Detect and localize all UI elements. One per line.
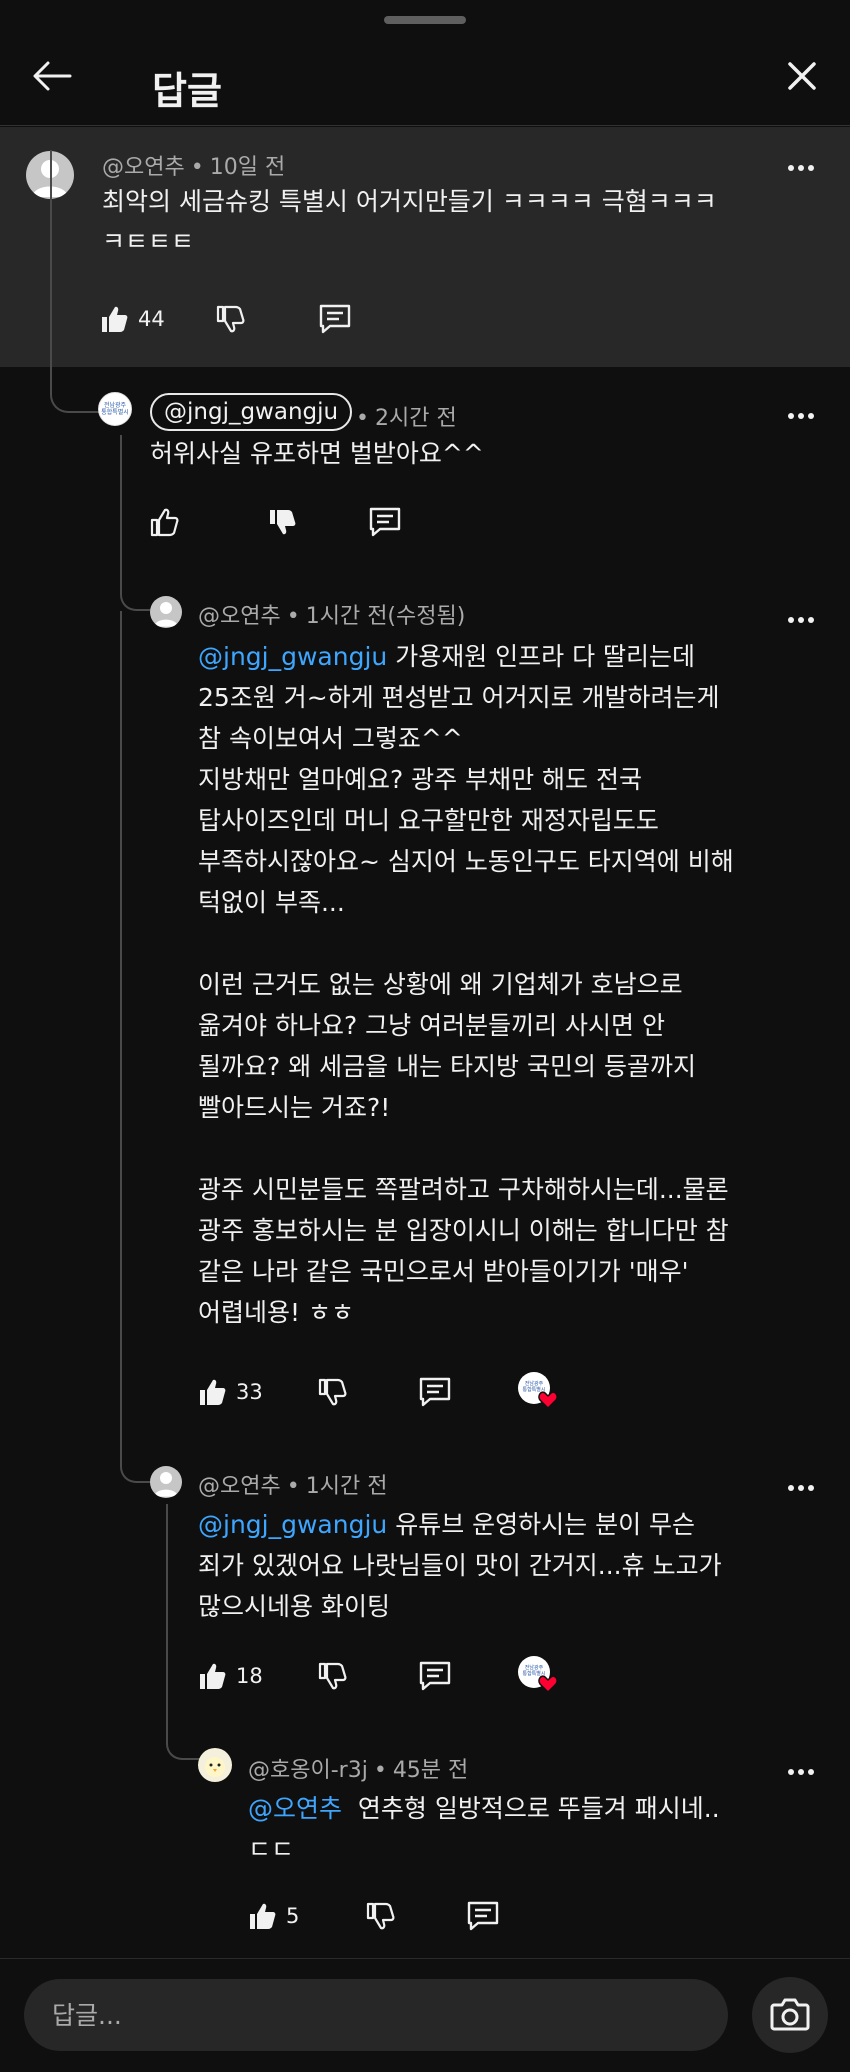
thread-line xyxy=(166,1504,200,1760)
comment-time: 1시간 전 xyxy=(305,1474,388,1499)
creator-heart-badge: 전남광주 통합특별시 xyxy=(518,1372,558,1412)
comment-text: 허위사실 유포하면 벌받아요^^ xyxy=(150,439,484,468)
comment-body: 가용재원 인프라 다 딸리는데 25조원 거~하게 편성받고 어거지로 개발하려… xyxy=(198,642,734,1327)
dislike-button[interactable] xyxy=(364,1898,396,1934)
thumb-down-icon xyxy=(318,1378,347,1406)
reply-button[interactable] xyxy=(466,1898,500,1934)
comment-meta: @오연추 • 10일 전 xyxy=(102,155,286,180)
creator-heart-badge: 전남광주 통합특별시 xyxy=(518,1656,558,1696)
comment-meta: @오연추 • 1시간 전(수정됨) xyxy=(198,604,466,629)
comment-meta: • 2시간 전 xyxy=(356,406,457,431)
heart-icon xyxy=(538,1391,558,1410)
page-title: 답글 xyxy=(152,69,222,113)
more-button[interactable] xyxy=(786,1476,816,1506)
reply-input[interactable] xyxy=(24,1979,728,2051)
thread-line xyxy=(120,435,150,611)
comment-text: @오연추 연추형 일방적으로 뚜들겨 패시네.. ㄷㄷ xyxy=(248,1788,808,1870)
reply-composer xyxy=(0,1958,850,2072)
thread-line xyxy=(120,611,150,1483)
thumb-down-icon xyxy=(318,1662,347,1690)
more-vertical-icon xyxy=(788,1485,814,1491)
channel-owner-chip[interactable]: @jngj_gwangju xyxy=(150,393,353,431)
more-button[interactable] xyxy=(786,404,816,434)
thumb-up-icon xyxy=(200,1663,226,1689)
thumb-up-icon xyxy=(102,306,128,332)
like-count: 44 xyxy=(138,307,165,331)
like-button[interactable]: 5 xyxy=(246,1898,299,1934)
thumb-down-icon xyxy=(366,1902,395,1930)
thread-line xyxy=(50,150,52,367)
header: 답글 xyxy=(0,30,850,126)
comment-icon xyxy=(319,304,351,334)
like-count: 33 xyxy=(236,1380,263,1404)
comment-text: @jngj_gwangju 가용재원 인프라 다 딸리는데 25조원 거~하게 … xyxy=(198,636,798,1333)
dislike-button[interactable] xyxy=(316,1658,348,1694)
camera-icon xyxy=(770,1998,810,2031)
default-avatar-icon xyxy=(154,602,178,627)
more-button[interactable] xyxy=(786,608,816,638)
heart-icon xyxy=(538,1675,558,1694)
thumb-up-icon xyxy=(250,1903,276,1929)
avatar[interactable] xyxy=(150,596,182,628)
comment-author[interactable]: @호옹이-r3j xyxy=(248,1758,368,1783)
reply-button[interactable] xyxy=(418,1374,452,1410)
avatar[interactable]: 전남광주 통합특별시 xyxy=(98,392,132,426)
reply-button[interactable] xyxy=(418,1658,452,1694)
comment-meta: @오연추 • 1시간 전 xyxy=(198,1474,388,1499)
comment-time: 2시간 전 xyxy=(374,406,457,431)
comment-text: 최악의 세금슈킹 특별시 어거지만들기 ㅋㅋㅋㅋ 극혐ㅋㅋㅋ ㅋㅌㅌㅌ xyxy=(102,187,717,256)
mention-link[interactable]: @jngj_gwangju xyxy=(198,642,387,671)
reply-button[interactable] xyxy=(318,301,352,337)
comment-icon xyxy=(467,1901,499,1931)
avatar[interactable] xyxy=(198,1748,232,1782)
reply-button[interactable] xyxy=(368,504,402,540)
comment-time: 10일 전 xyxy=(209,155,286,180)
camera-button[interactable] xyxy=(752,1977,828,2053)
chick-avatar-icon xyxy=(205,1757,225,1777)
arrow-left-icon xyxy=(33,61,72,91)
like-button[interactable]: 18 xyxy=(196,1658,263,1694)
thumb-up-icon xyxy=(200,1379,226,1405)
comment-author[interactable]: @오연추 xyxy=(198,604,281,629)
thumb-down-icon xyxy=(270,510,296,535)
avatar[interactable] xyxy=(150,1466,182,1498)
parent-comment: @오연추 • 10일 전 최악의 세금슈킹 특별시 어거지만들기 ㅋㅋㅋㅋ 극혐ㅋㅋ… xyxy=(0,127,850,367)
channel-logo: 전남광주 통합특별시 xyxy=(101,402,129,416)
like-button[interactable]: 44 xyxy=(98,301,165,337)
like-count: 18 xyxy=(236,1664,263,1688)
more-vertical-icon xyxy=(788,165,814,171)
close-button[interactable] xyxy=(780,54,824,98)
comment-meta: @호옹이-r3j • 45분 전 xyxy=(248,1758,469,1783)
comment-author[interactable]: @오연추 xyxy=(102,155,185,180)
close-icon xyxy=(788,62,816,90)
like-button[interactable]: 33 xyxy=(196,1374,263,1410)
thread-line xyxy=(50,367,100,413)
more-vertical-icon xyxy=(788,617,814,623)
comment-icon xyxy=(419,1661,451,1691)
dislike-button[interactable] xyxy=(266,504,298,540)
back-button[interactable] xyxy=(28,52,76,100)
comment-time: 1시간 전(수정됨) xyxy=(305,604,466,629)
like-button[interactable] xyxy=(148,504,180,540)
more-vertical-icon xyxy=(788,413,814,419)
comment-icon xyxy=(419,1377,451,1407)
dislike-button[interactable] xyxy=(214,301,246,337)
comment-author: @jngj_gwangju xyxy=(164,399,339,425)
thumb-up-icon xyxy=(150,508,179,537)
mention-link[interactable]: @jngj_gwangju xyxy=(198,1510,387,1539)
comment-author[interactable]: @오연추 xyxy=(198,1474,281,1499)
dislike-button[interactable] xyxy=(316,1374,348,1410)
comment-time: 45분 전 xyxy=(392,1758,469,1783)
comment-icon xyxy=(369,507,401,537)
drag-handle[interactable] xyxy=(384,16,466,24)
default-avatar-icon xyxy=(154,1472,178,1497)
thumb-down-icon xyxy=(216,305,245,333)
more-button[interactable] xyxy=(786,163,816,193)
more-button[interactable] xyxy=(786,1760,816,1790)
comment-text: @jngj_gwangju 유튜브 운영하시는 분이 무슨 죄가 있겠어요 나랏… xyxy=(198,1504,798,1627)
mention-link[interactable]: @오연추 xyxy=(248,1794,342,1823)
like-count: 5 xyxy=(286,1904,300,1928)
more-vertical-icon xyxy=(788,1769,814,1775)
